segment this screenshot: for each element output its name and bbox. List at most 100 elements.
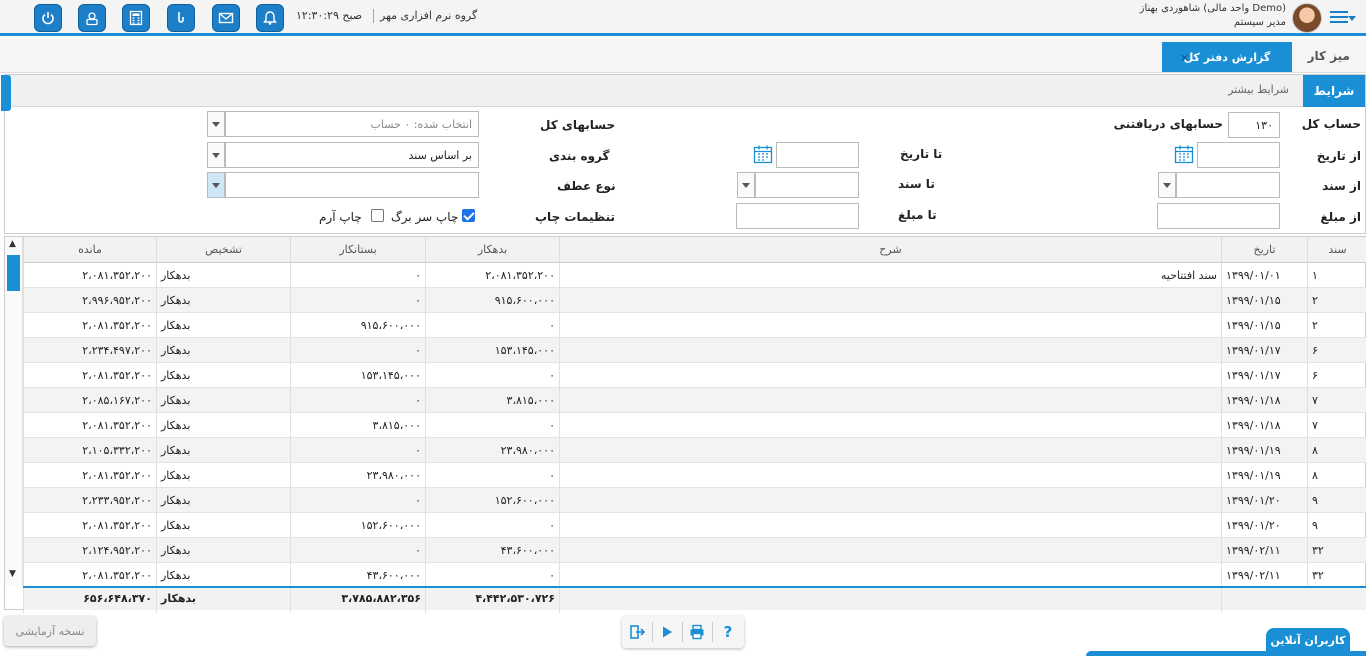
logout-button[interactable] [34,4,62,32]
grouping-select[interactable]: بر اساس سند [225,142,479,168]
notifications-button[interactable] [256,4,284,32]
to-doc-input[interactable] [755,172,859,198]
clock: ۱۲:۳۰:۲۹ صبح [296,9,363,22]
cell-debit: ۴۳،۶۰۰،۰۰۰ [425,538,559,563]
cell-status: بدهکار [156,488,290,513]
support-button[interactable] [78,4,106,32]
calendar-icon[interactable] [1174,144,1194,164]
cell-status: بدهکار [156,563,290,588]
table-row[interactable]: ۲،۰۸۱،۳۵۲،۲۰۰ بدهکار ۲۳،۹۸۰،۰۰۰ ۰ ۱۳۹۹/۰۱/۱۹… [23,463,1366,488]
side-panel-toggle[interactable] [1,75,11,111]
table-row[interactable]: ۲،۱۲۴،۹۵۲،۲۰۰ بدهکار ۰ ۴۳،۶۰۰،۰۰۰ ۱۳۹۹/۰۲/۱۱… [23,538,1366,563]
chevron-down-icon [1348,16,1356,21]
cell-credit: ۰ [290,488,425,513]
scroll-up-icon[interactable]: ▲ [9,239,16,249]
cell-debit: ۰ [425,563,559,588]
cell-status: بدهکار [156,313,290,338]
calculator-button[interactable] [122,4,150,32]
cell-desc: سند افتتاحیه [559,263,1221,288]
cell-credit: ۰ [290,388,425,413]
tab-desk[interactable]: میز کار [1308,49,1350,63]
table-row[interactable]: ۲،۰۸۱،۳۵۲،۲۰۰ بدهکار ۹۱۵،۶۰۰،۰۰۰ ۰ ۱۳۹۹/۰۱/۱… [23,313,1366,338]
exit-button[interactable] [626,622,648,642]
table-row[interactable]: ۲،۰۸۱،۳۵۲،۲۰۰ بدهکار ۱۵۲،۶۰۰،۰۰۰ ۰ ۱۳۹۹/۰۱/۲… [23,513,1366,538]
online-users-tab[interactable]: کاربران آنلاین [1266,628,1350,652]
table-row[interactable]: ۲،۲۳۳،۹۵۲،۲۰۰ بدهکار ۰ ۱۵۲،۶۰۰،۰۰۰ ۱۳۹۹/۰۱/۲… [23,488,1366,513]
messages-button[interactable] [212,4,240,32]
scroll-down-icon[interactable]: ▼ [9,569,16,579]
main-menu-button[interactable] [1326,8,1356,28]
avatar[interactable] [1292,3,1322,33]
cell-doc: ۱ [1307,263,1366,288]
ref-type-dropdown-arrow[interactable] [207,172,225,198]
to-doc-label: تا سند [898,177,935,191]
cell-credit: ۰ [290,338,425,363]
cell-desc [559,288,1221,313]
accounts-select[interactable]: انتخاب شده: ۰ حساب [225,111,479,137]
cell-date: ۱۳۹۹/۰۱/۱۹ [1221,438,1307,463]
cell-desc [559,413,1221,438]
cell-balance: ۲،۱۲۴،۹۵۲،۲۰۰ [23,538,156,563]
from-amount-input[interactable] [1157,203,1280,229]
cell-date: ۱۳۹۹/۰۱/۲۰ [1221,488,1307,513]
conditions-tabs: شرایط شرایط بیشتر [5,75,1365,107]
table-row[interactable]: ۲،۰۸۱،۳۵۲،۲۰۰ بدهکار ۱۵۳،۱۴۵،۰۰۰ ۰ ۱۳۹۹/۰۱/۱… [23,363,1366,388]
print-header-checkbox[interactable] [462,209,475,222]
run-report-button[interactable] [656,622,678,642]
cell-doc: ۳۲ [1307,538,1366,563]
phone-button[interactable] [167,4,195,32]
print-logo-checkbox[interactable] [371,209,384,222]
col-date[interactable]: تاریخ [1221,237,1307,263]
table-row[interactable]: ۲،۹۹۶،۹۵۲،۲۰۰ بدهکار ۰ ۹۱۵،۶۰۰،۰۰۰ ۱۳۹۹/۰۱/۱… [23,288,1366,313]
table-row[interactable]: ۲،۱۰۵،۳۳۲،۲۰۰ بدهکار ۰ ۲۳،۹۸۰،۰۰۰ ۱۳۹۹/۰۱/۱۹… [23,438,1366,463]
col-desc[interactable]: شرح [559,237,1221,263]
cell-debit: ۰ [425,363,559,388]
to-amount-input[interactable] [736,203,859,229]
col-debit[interactable]: بدهکار [425,237,559,263]
cell-status: بدهکار [156,288,290,313]
account-code-input[interactable]: ۱۳۰ [1228,112,1280,138]
cell-doc: ۶ [1307,338,1366,363]
total-credit: ۳،۷۸۵،۸۸۲،۳۵۶ [290,588,425,613]
cell-debit: ۰ [425,313,559,338]
ledger-table: ▲ ▼ مانده تشخیص بستانکار بدهکار شرح تاری… [4,236,1366,613]
table-row[interactable]: ۲،۰۸۱،۳۵۲،۲۰۰ بدهکار ۳،۸۱۵،۰۰۰ ۰ ۱۳۹۹/۰۱/۱۸ ۷ [23,413,1366,438]
table-row[interactable]: ۲،۰۸۵،۱۶۷،۲۰۰ بدهکار ۰ ۳،۸۱۵،۰۰۰ ۱۳۹۹/۰۱/۱۸ ۷ [23,388,1366,413]
table-row[interactable]: ۲،۲۳۴،۴۹۷،۲۰۰ بدهکار ۰ ۱۵۳،۱۴۵،۰۰۰ ۱۳۹۹/۰۱/۱… [23,338,1366,363]
accounts-dropdown-arrow[interactable] [207,111,225,137]
col-credit[interactable]: بستانکار [290,237,425,263]
scroll-thumb[interactable] [7,255,20,291]
bell-icon [263,11,277,25]
from-doc-input[interactable] [1176,172,1280,198]
print-button[interactable] [686,622,708,642]
col-doc[interactable]: سند [1307,237,1366,263]
from-doc-dropdown-arrow[interactable] [1158,172,1176,198]
cell-desc [559,538,1221,563]
close-icon[interactable]: × [1180,51,1189,64]
vertical-scrollbar[interactable]: ▲ ▼ [5,237,23,586]
to-doc-dropdown-arrow[interactable] [737,172,755,198]
from-doc-label: از سند [1322,179,1361,193]
help-button[interactable]: ? [717,622,739,642]
cell-balance: ۲،۰۸۱،۳۵۲،۲۰۰ [23,263,156,288]
col-status[interactable]: تشخیص [156,237,290,263]
cell-credit: ۱۵۳،۱۴۵،۰۰۰ [290,363,425,388]
cell-doc: ۷ [1307,388,1366,413]
grouping-dropdown-arrow[interactable] [207,142,225,168]
divider [712,622,713,642]
tab-conditions[interactable]: شرایط [1303,75,1365,107]
ref-type-label: نوع عطف [557,179,616,193]
cell-debit: ۰ [425,513,559,538]
divider [652,622,653,642]
ref-type-select[interactable] [225,172,479,198]
cell-credit: ۲۳،۹۸۰،۰۰۰ [290,463,425,488]
col-balance[interactable]: مانده [23,237,156,263]
tab-more-conditions[interactable]: شرایط بیشتر [1228,83,1289,96]
from-date-input[interactable] [1197,142,1280,168]
table-row[interactable]: ۲،۰۸۱،۳۵۲،۲۰۰ بدهکار ۴۳،۶۰۰،۰۰۰ ۰ ۱۳۹۹/۰۲/۱۱… [23,563,1366,588]
table-row[interactable]: ۲،۰۸۱،۳۵۲،۲۰۰ بدهکار ۰ ۲،۰۸۱،۳۵۲،۲۰۰ سند افت… [23,263,1366,288]
cell-desc [559,313,1221,338]
calendar-icon[interactable] [753,144,773,164]
to-date-input[interactable] [776,142,859,168]
cell-balance: ۲،۰۸۱،۳۵۲،۲۰۰ [23,363,156,388]
